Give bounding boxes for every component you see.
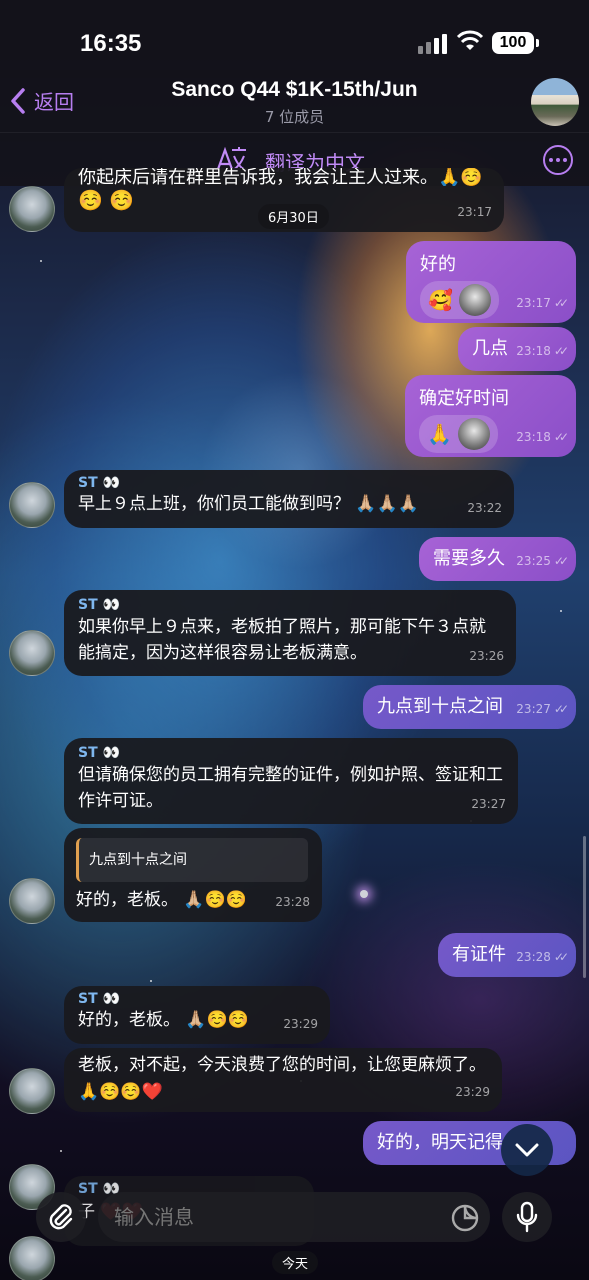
message-emoji: 🙏🏼☺️☺️ (183, 890, 247, 910)
message-incoming[interactable]: ST 👀 早上９点上班，你们员工能做到吗？ 🙏🏼🙏🏼🙏🏼 23:22 (64, 470, 514, 528)
chevron-down-icon (515, 1143, 539, 1157)
message-text: 你起床后请在群里告诉我，我会让主人过来。🙏☺️ (78, 168, 483, 186)
group-avatar[interactable] (531, 78, 579, 126)
attach-button[interactable] (36, 1192, 86, 1242)
scrollbar[interactable] (583, 836, 586, 978)
message-outgoing[interactable]: 九点到十点之间 23:27 ✓✓ (363, 685, 576, 729)
message-time: 23:28 (516, 950, 551, 964)
more-options-button[interactable] (543, 145, 573, 175)
sender-name: ST 👀 (78, 991, 120, 1007)
message-outgoing[interactable]: 几点 23:18 ✓✓ (458, 327, 576, 371)
message-time: 23:29 (455, 1085, 490, 1099)
sender-avatar[interactable] (9, 1068, 55, 1114)
paperclip-icon (49, 1204, 73, 1230)
date-divider: 6月30日 (258, 204, 329, 229)
message-time: 23:29 (283, 1017, 318, 1031)
message-emoji: 🙏🏼🙏🏼🙏🏼 (355, 494, 419, 514)
cellular-signal-icon (418, 34, 447, 54)
microphone-icon (516, 1201, 538, 1233)
message-emoji: 🙏🏼☺️☺️ (185, 1010, 249, 1030)
message-incoming[interactable]: 老板，对不起，今天浪费了您的时间，让您更麻烦了。 🙏☺️☺️❤️ 23:29 (64, 1048, 502, 1112)
date-divider-today: 今天 (272, 1251, 319, 1274)
reactor-avatar (458, 284, 491, 316)
message-input[interactable] (98, 1192, 490, 1242)
message-time: 23:17 (516, 296, 551, 310)
status-time: 16:35 (80, 30, 142, 57)
read-check-icon: ✓✓ (553, 430, 569, 444)
message-incoming[interactable]: 九点到十点之间 好的，老板。 🙏🏼☺️☺️ 23:28 (64, 828, 322, 922)
message-time: 23:25 (516, 554, 551, 568)
message-time: 23:18 (516, 344, 551, 358)
message-text: 如果你早上９点来，老板拍了照片，那可能下午３点就能搞定，因为这样很容易让老板满意… (78, 617, 486, 663)
message-text: 好的，老板。 (78, 1010, 180, 1030)
read-check-icon: ✓✓ (553, 702, 569, 716)
battery-indicator: 100 (492, 32, 534, 54)
message-text: 好的，老板。 (76, 890, 178, 910)
wifi-icon (456, 30, 484, 50)
read-check-icon: ✓✓ (553, 950, 569, 964)
scroll-to-bottom-button[interactable] (501, 1124, 553, 1176)
member-count: 7 位成员 (264, 108, 325, 126)
chat-title[interactable]: Sanco Q44 $1K-15th/Jun (0, 78, 589, 102)
message-incoming[interactable]: ST 👀 如果你早上９点来，老板拍了照片，那可能下午３点就能搞定，因为这样很容易… (64, 590, 516, 676)
sender-avatar[interactable] (9, 630, 55, 676)
sender-avatar[interactable] (9, 186, 55, 232)
message-outgoing[interactable]: 有证件 23:28 ✓✓ (438, 933, 576, 977)
reaction-emoji: 🥰 (428, 288, 453, 312)
sticker-icon[interactable] (450, 1203, 480, 1233)
chat-header: 返回 Sanco Q44 $1K-15th/Jun 7 位成员 (0, 70, 589, 132)
voice-record-button[interactable] (502, 1192, 552, 1242)
message-time: 23:27 (471, 797, 506, 811)
reaction-emoji: 🙏 (427, 422, 452, 446)
message-input-bar (0, 1188, 589, 1248)
reply-quote[interactable]: 九点到十点之间 (76, 838, 308, 882)
read-check-icon: ✓✓ (553, 554, 569, 568)
message-emoji: 🙏☺️☺️❤️ (78, 1082, 163, 1102)
message-outgoing[interactable]: 需要多久 23:25 ✓✓ (419, 537, 576, 581)
message-incoming[interactable]: ST 👀 但请确保您的员工拥有完整的证件，例如护照、签证和工作许可证。 23:2… (64, 738, 518, 824)
sender-name: ST 👀 (78, 597, 120, 613)
status-bar: 16:35 100 (0, 0, 589, 78)
read-check-icon: ✓✓ (553, 296, 569, 310)
message-text: 老板，对不起，今天浪费了您的时间，让您更麻烦了。 (78, 1055, 486, 1075)
reaction-pill[interactable]: 🙏 (419, 415, 498, 453)
message-time: 23:27 (516, 702, 551, 716)
message-incoming[interactable]: ST 👀 好的，老板。 🙏🏼☺️☺️ 23:29 (64, 986, 330, 1044)
sender-avatar[interactable] (9, 878, 55, 924)
sender-name: ST 👀 (78, 475, 120, 491)
message-text: 早上９点上班，你们员工能做到吗？ (78, 494, 350, 514)
message-text: 确定好时间 (419, 388, 509, 409)
reactor-avatar (457, 418, 490, 450)
message-time: 23:22 (467, 501, 502, 515)
message-time: 23:17 (457, 205, 492, 219)
read-check-icon: ✓✓ (553, 344, 569, 358)
message-text: 但请确保您的员工拥有完整的证件，例如护照、签证和工作许可证。 (78, 765, 503, 811)
sender-avatar[interactable] (9, 482, 55, 528)
message-time: 23:26 (469, 649, 504, 663)
sender-name: ST 👀 (78, 745, 120, 761)
reaction-pill[interactable]: 🥰 (420, 281, 499, 319)
message-outgoing[interactable]: 好的 🥰 23:17 ✓✓ (406, 241, 576, 323)
message-time: 23:28 (275, 895, 310, 909)
message-outgoing[interactable]: 确定好时间 🙏 23:18 ✓✓ (405, 375, 576, 457)
message-text: 好的 (420, 254, 456, 275)
battery-tip (536, 39, 539, 47)
message-time: 23:18 (516, 430, 551, 444)
